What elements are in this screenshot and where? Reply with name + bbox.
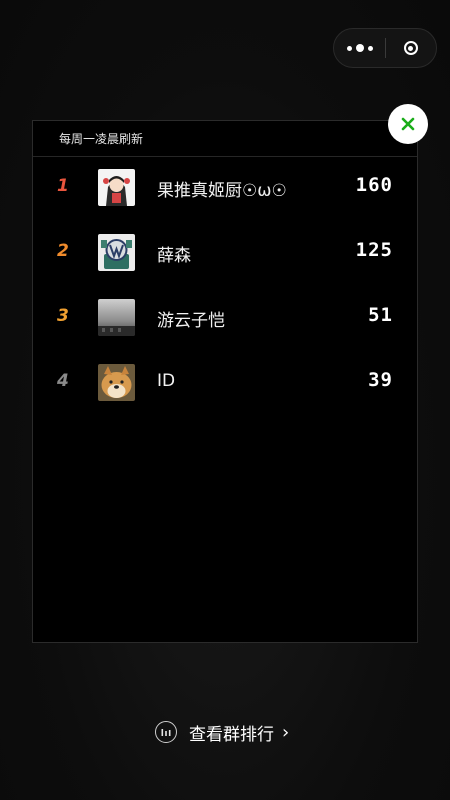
- player-name: ID: [157, 371, 176, 391]
- rank-number: 1: [57, 176, 69, 196]
- more-dot-right: [367, 45, 373, 51]
- exit-target-icon: [403, 41, 418, 55]
- player-name: 游云子恺: [157, 311, 225, 331]
- avatar: [98, 169, 135, 206]
- close-button[interactable]: [388, 104, 428, 144]
- player-score: 51: [368, 304, 393, 326]
- player-score: 39: [368, 369, 393, 391]
- view-group-rank-link[interactable]: 查看群排行 ›: [155, 718, 289, 746]
- screen: 每周一凌晨刷新 1 果推真姬厨☉ω☉ 160 2 薛森 125 3 游云子恺 5…: [0, 0, 450, 800]
- player-name: 薛森: [157, 246, 191, 266]
- player-name: 果推真姬厨☉ω☉: [157, 181, 287, 201]
- leaderboard-panel: 每周一凌晨刷新 1 果推真姬厨☉ω☉ 160 2 薛森 125 3 游云子恺 5…: [32, 120, 418, 643]
- rank-number: 3: [57, 306, 69, 326]
- close-icon: [401, 117, 415, 131]
- panel-header: 每周一凌晨刷新: [33, 121, 417, 157]
- leaderboard-row: 3 游云子恺 51: [33, 288, 419, 348]
- more-dot-center: [355, 44, 364, 52]
- player-score: 125: [355, 239, 393, 261]
- rank-number: 4: [57, 371, 69, 391]
- leaderboard-row: 2 薛森 125: [33, 223, 419, 283]
- more-dots-icon: [346, 45, 352, 51]
- leaderboard-row: 4 ID 39: [33, 353, 419, 413]
- avatar: [98, 299, 135, 336]
- more-button[interactable]: [334, 28, 385, 68]
- leaderboard-row: 1 果推真姬厨☉ω☉ 160: [33, 158, 419, 218]
- avatar: [98, 364, 135, 401]
- avatar: [98, 234, 135, 271]
- rank-number: 2: [57, 241, 69, 261]
- refresh-note: 每周一凌晨刷新: [59, 132, 144, 146]
- exit-button[interactable]: [386, 28, 436, 68]
- bar-chart-icon: [155, 721, 177, 743]
- miniprogram-capsule: [333, 28, 437, 68]
- group-rank-label: 查看群排行: [189, 724, 274, 745]
- chevron-right-icon: ›: [282, 721, 290, 743]
- player-score: 160: [355, 174, 393, 196]
